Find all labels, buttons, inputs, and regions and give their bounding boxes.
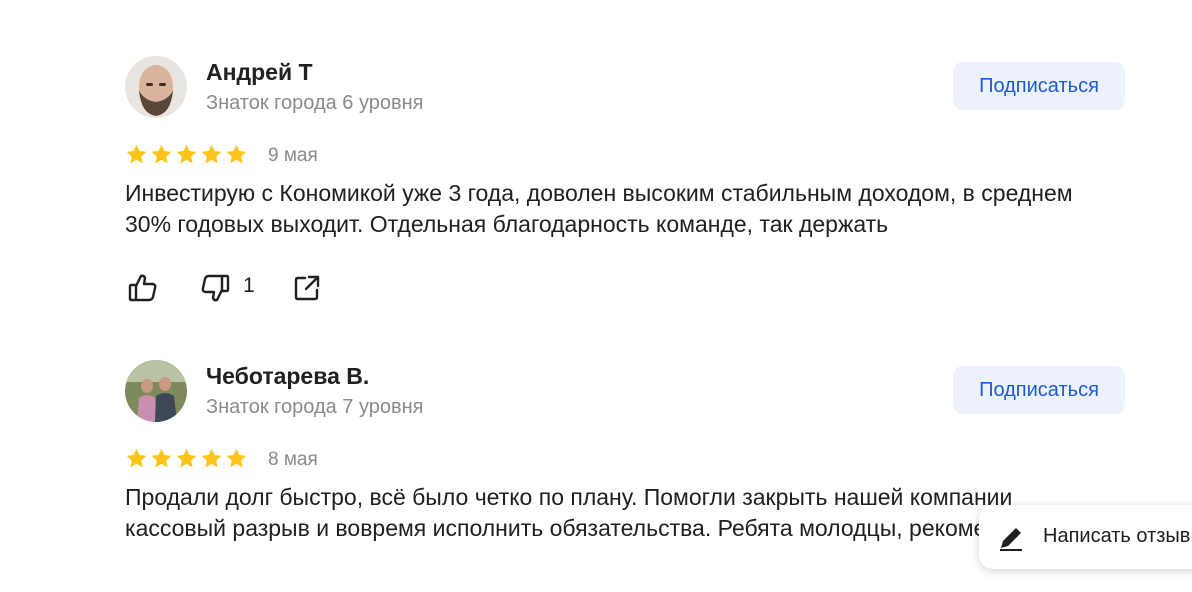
review-text: Продали долг быстро, всё было четко по п… [125,484,1048,541]
subscribe-button[interactable]: Подписаться [953,366,1125,414]
write-review-button[interactable]: Написать отзыв [979,505,1192,569]
pen-icon [1000,528,1022,551]
author-level: Знаток города 7 уровня [206,396,424,418]
star-icon [226,448,247,468]
star-icon [201,144,222,164]
like-button[interactable] [125,270,161,311]
rating-stars [125,143,248,167]
dislike-count: 1 [243,274,255,297]
thumbs-up-icon [128,274,157,302]
write-review-label: Написать отзыв [1043,525,1191,547]
author-level: Знаток города 6 уровня [206,92,424,114]
review-text: Инвестирую с Кономикой уже 3 года, довол… [125,180,1073,237]
star-icon [226,144,247,164]
share-icon [294,275,320,301]
star-icon [126,448,147,468]
review-date: 9 мая [268,145,318,166]
author-avatar[interactable] [125,360,187,422]
star-icon [151,448,172,468]
star-icon [201,448,222,468]
author-name[interactable]: Чеботарева В. [206,363,369,390]
share-button[interactable] [289,270,325,311]
star-icon [176,448,197,468]
dislike-button[interactable] [197,270,233,311]
star-icon [176,144,197,164]
thumbs-down-icon [201,274,230,302]
author-name[interactable]: Андрей Т [206,59,313,86]
author-avatar[interactable] [125,56,187,118]
star-icon [126,144,147,164]
star-icon [151,144,172,164]
rating-stars [125,447,248,471]
review-date: 8 мая [268,449,318,470]
subscribe-button[interactable]: Подписаться [953,62,1125,110]
